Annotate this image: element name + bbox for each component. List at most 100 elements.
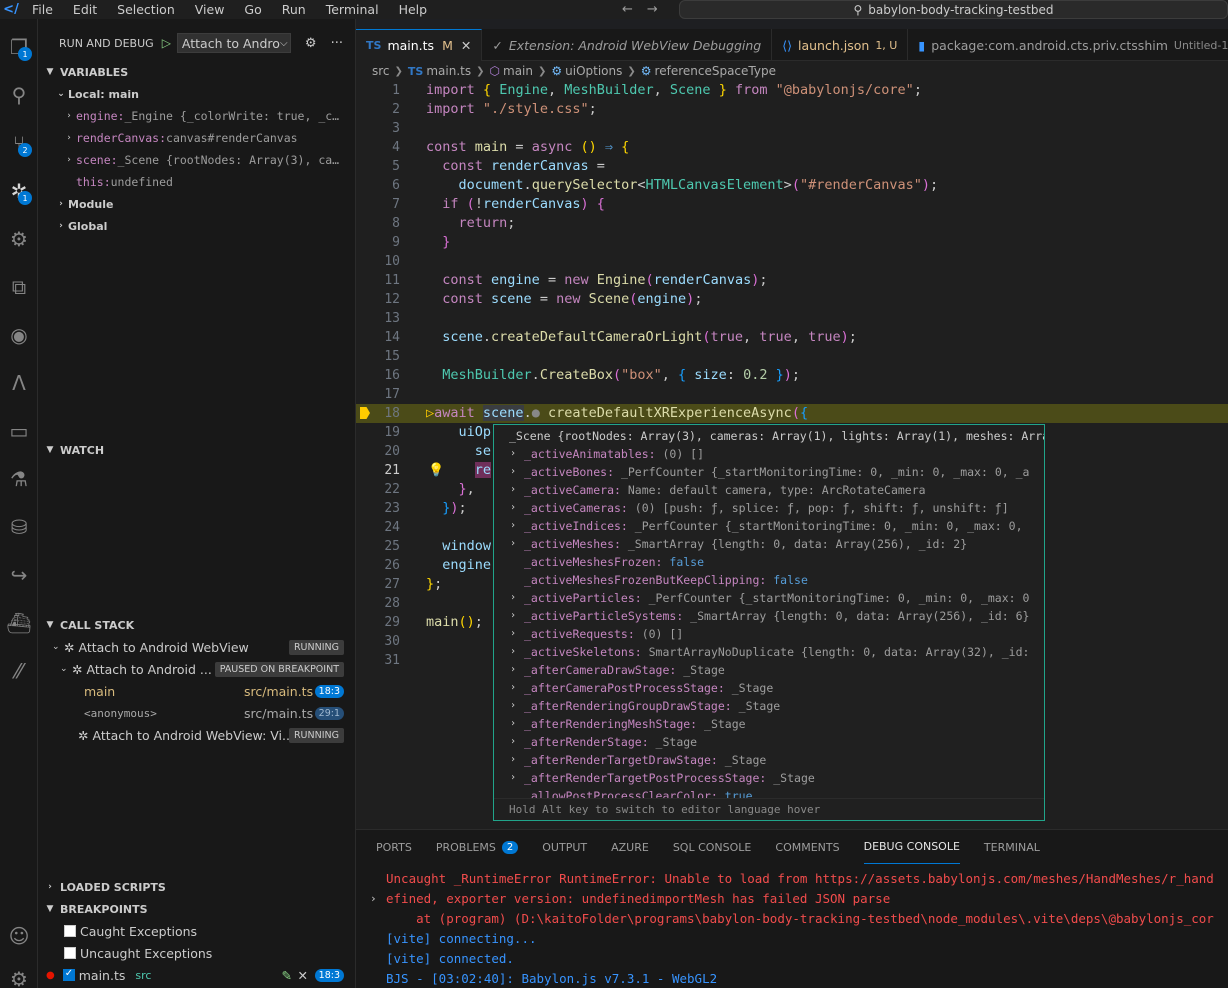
search-icon[interactable]: ⚲ [0,75,38,115]
menu-help[interactable]: Help [389,0,438,19]
hover-property-row[interactable]: › _activeRequests: (0) [] [494,625,1044,643]
uncaught-exceptions-row[interactable]: Uncaught Exceptions [38,942,356,964]
uncaught-exceptions-checkbox[interactable] [64,947,76,959]
breadcrumb-item[interactable]: src [372,64,390,78]
command-center-search[interactable]: ⚲ babylon-body-tracking-testbed [679,0,1228,19]
hover-property-row[interactable]: › _activeIndices: _PerfCounter {_startMon… [494,517,1044,535]
close-icon[interactable]: ✕ [461,38,471,53]
tab-output[interactable]: OUTPUT [542,830,587,864]
console-line[interactable]: [vite] connecting... [356,929,1228,949]
database-icon[interactable]: ⛁ [0,507,38,547]
chevron-right-icon[interactable]: › [510,715,516,733]
call-stack-section-header[interactable]: ▼ CALL STACK [38,614,356,636]
breadcrumb-item[interactable]: uiOptions [565,64,622,78]
manage-gear-icon[interactable]: ⚙ [0,959,38,988]
loaded-scripts-section-header[interactable]: › LOADED SCRIPTS [38,876,356,898]
thread-row[interactable]: ⌄ ✲ Attach to Android ... PAUSED ON BREA… [38,658,356,680]
live-share-icon[interactable]: ↪ [0,555,38,595]
tab-ports[interactable]: PORTS [376,830,412,864]
chevron-right-icon[interactable]: › [510,481,516,499]
hover-property-row[interactable]: › _activeMeshes: _SmartArray {length: 0, … [494,535,1044,553]
chevron-right-icon[interactable]: › [510,517,516,535]
chevron-right-icon[interactable]: › [510,607,516,625]
variable-row[interactable]: › renderCanvas: canvas#renderCanvas [38,127,356,149]
tab-terminal[interactable]: TERMINAL [984,830,1040,864]
menu-go[interactable]: Go [234,0,271,19]
hover-property-row[interactable]: › _afterRenderingMeshStage: _Stage [494,715,1044,733]
back-arrow-icon[interactable]: ← [622,0,633,19]
console-line[interactable]: BJS - [03:02:40]: Babylon.js v7.3.1 - We… [356,969,1228,988]
console-line[interactable]: Uncaught _RuntimeError RuntimeError: Una… [356,869,1228,889]
menu-view[interactable]: View [185,0,235,19]
start-debugging-icon[interactable]: ▷ [162,36,171,50]
breakpoints-section-header[interactable]: ▼ BREAKPOINTS [38,898,356,920]
hover-property-row[interactable]: › _afterRenderTargetDrawStage: _Stage [494,751,1044,769]
variable-row[interactable]: this: undefined [38,171,356,193]
hover-property-row[interactable]: › _activeCameras: (0) [push: ƒ, splice: ƒ… [494,499,1044,517]
hover-property-row[interactable]: › _activeSkeletons: SmartArrayNoDuplicate… [494,643,1044,661]
scope-local[interactable]: ⌄ Local: main [38,83,356,105]
tab-problems[interactable]: PROBLEMS 2 [436,830,519,864]
tab-azure[interactable]: AZURE [611,830,649,864]
open-launch-gear-icon[interactable]: ⚙ [305,36,317,51]
testing-icon[interactable]: ⚗ [0,459,38,499]
debug-config-select[interactable]: Attach to Andro ⌵ [176,33,291,53]
run-debug-icon[interactable]: ✲ 1 [0,171,38,211]
variables-section-header[interactable]: ▼ VARIABLES [38,61,356,83]
dev-tool-icon[interactable]: ⁄⁄ [0,651,38,691]
tab-debug-console[interactable]: DEBUG CONSOLE [863,830,960,864]
tab-comments[interactable]: COMMENTS [775,830,839,864]
remote-explorer-icon[interactable]: ⧉ [0,267,38,307]
chevron-right-icon[interactable]: › [510,643,516,661]
breadcrumb-item[interactable]: main.ts [426,64,471,78]
remote-monitor-icon[interactable]: ▭ [0,411,38,451]
hover-property-row[interactable]: › _afterCameraPostProcessStage: _Stage [494,679,1044,697]
session-row[interactable]: ✲ Attach to Android WebView: Vi... RUNNI… [38,724,356,746]
github-icon[interactable]: ◉ [0,315,38,355]
tab-sql-console[interactable]: SQL CONSOLE [673,830,752,864]
watch-section-header[interactable]: ▼ WATCH [38,439,356,461]
breakpoint-row[interactable]: ● main.ts src ✎ ✕ 18:3 [38,964,356,986]
console-line[interactable]: [vite] connected. [356,949,1228,969]
account-icon[interactable]: ☺ [0,916,38,956]
breakpoint-checkbox[interactable] [62,968,75,981]
forward-arrow-icon[interactable]: → [647,0,658,19]
source-control-icon[interactable]: ⑂ 2 [0,123,38,163]
scope-global[interactable]: › Global [38,215,356,237]
stack-frame-row[interactable]: <anonymous> src/main.ts 29:1 [38,702,356,724]
menu-run[interactable]: Run [272,0,316,19]
hover-property-row[interactable]: _activeMeshesFrozen: false [494,553,1044,571]
tab-package[interactable]: ▮ package:com.android.cts.priv.ctsshim U… [908,29,1228,61]
hover-property-row[interactable]: › _afterRenderTargetPostProcessStage: _St… [494,769,1044,787]
hover-property-row[interactable]: › _activeBones: _PerfCounter {_startMonit… [494,463,1044,481]
tab-main-ts[interactable]: TS main.ts M ✕ [356,29,483,61]
azure-icon[interactable]: Λ [0,363,38,403]
chevron-right-icon[interactable]: › [510,463,516,481]
variable-row[interactable]: › scene: _Scene {rootNodes: Array(3), ca… [38,149,356,171]
chevron-right-icon[interactable]: › [510,679,516,697]
variable-row[interactable]: › engine: _Engine {_colorWrite: true, _c… [38,105,356,127]
edit-breakpoint-icon[interactable]: ✎ [282,968,292,983]
explorer-icon[interactable]: ❐ 1 [0,27,38,67]
debug-hover-widget[interactable]: _Scene {rootNodes: Array(3), cameras: Ar… [493,424,1045,821]
chevron-right-icon[interactable]: › [510,769,516,787]
tab-extension[interactable]: ✓ Extension: Android WebView Debugging [482,29,773,61]
chevron-right-icon[interactable]: › [510,535,516,553]
menu-edit[interactable]: Edit [63,0,107,19]
console-line[interactable]: at (program) (D:\kaitoFolder\programs\ba… [356,909,1228,929]
hover-property-row[interactable]: › _activeParticles: _PerfCounter {_startM… [494,589,1044,607]
chevron-right-icon[interactable]: › [510,697,516,715]
hover-property-row[interactable]: › _activeAnimatables: (0) [] [494,445,1044,463]
menu-terminal[interactable]: Terminal [316,0,389,19]
remove-breakpoint-icon[interactable]: ✕ [298,968,308,983]
more-actions-icon[interactable]: ··· [331,36,343,51]
caught-exceptions-row[interactable]: Caught Exceptions [38,920,356,942]
docker-icon[interactable]: ⛴ [0,603,38,643]
chevron-right-icon[interactable]: › [510,733,516,751]
chevron-right-icon[interactable]: › [510,499,516,517]
hover-property-row[interactable]: _activeMeshesFrozenButKeepClipping: fals… [494,571,1044,589]
hover-property-row[interactable]: › _activeParticleSystems: _SmartArray {le… [494,607,1044,625]
tab-launch-json[interactable]: ⟨⟩ launch.json 1, U [772,29,909,61]
chevron-right-icon[interactable]: › [510,589,516,607]
hover-property-row[interactable]: › _activeCamera: Name: default camera, ty… [494,481,1044,499]
